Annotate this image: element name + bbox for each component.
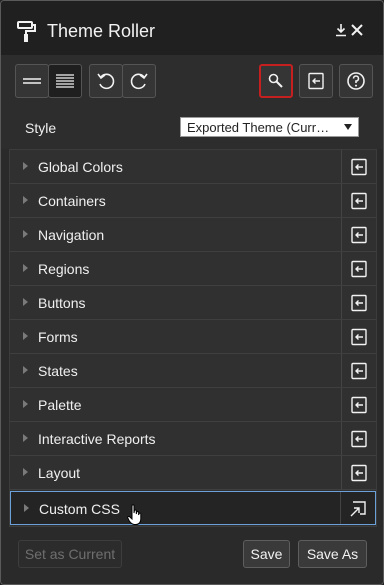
footer: Set as Current Save Save As [1,527,383,584]
reset-group-icon[interactable] [348,258,370,280]
divider [341,388,342,421]
group-navigation[interactable]: Navigation [10,218,376,252]
divider [341,456,342,489]
set-as-current-button[interactable]: Set as Current [18,540,122,568]
reset-button[interactable] [299,64,333,98]
reset-group-icon[interactable] [348,292,370,314]
reset-group-icon[interactable] [348,326,370,348]
expand-arrow-icon [23,298,28,306]
reset-group-icon[interactable] [348,190,370,212]
dense-lines-icon [56,74,74,88]
theme-roller-dialog: Theme Roller Style Exported Theme (Curr…… [0,0,384,585]
group-custom-css[interactable]: Custom CSS [10,491,376,525]
group-containers[interactable]: Containers [10,184,376,218]
group-label: Interactive Reports [38,431,156,447]
expand-arrow-icon [23,162,28,170]
group-global-colors[interactable]: Global Colors [10,150,376,184]
download-icon[interactable] [333,22,349,38]
group-label: Regions [38,261,90,277]
expand-editor-icon[interactable] [347,498,369,520]
divider [340,492,341,524]
reset-group-icon[interactable] [348,156,370,178]
expand-arrow-icon [23,434,28,442]
divider [341,422,342,455]
reset-group-icon[interactable] [348,224,370,246]
save-as-button[interactable]: Save As [298,540,367,568]
style-select[interactable]: Exported Theme (Curr… [180,117,359,137]
divider [341,252,342,285]
divider [341,184,342,217]
expand-arrow-icon [23,468,28,476]
help-icon [347,72,365,90]
divider [341,354,342,387]
expand-arrow-icon [23,264,28,272]
title-bar[interactable]: Theme Roller [1,1,383,55]
divider [341,150,342,183]
help-button[interactable] [339,64,373,98]
detailed-view-button[interactable] [48,64,82,98]
reset-group-icon[interactable] [348,428,370,450]
group-palette[interactable]: Palette [10,388,376,422]
group-label: Buttons [38,295,86,311]
style-label: Style [25,120,57,136]
save-button[interactable]: Save [243,540,290,568]
search-icon [268,73,283,88]
redo-icon [130,73,148,90]
expand-arrow-icon [23,400,28,408]
divider [341,218,342,251]
chevron-down-icon [344,124,352,130]
search-button[interactable] [259,64,293,98]
group-label: Forms [38,329,78,345]
undo-icon [97,73,115,90]
expand-arrow-icon [23,196,28,204]
reset-icon [308,72,324,90]
toolbar [1,55,383,107]
group-label: Custom CSS [39,501,120,517]
undo-button[interactable] [89,64,123,98]
lines-icon [23,78,41,84]
expand-arrow-icon [23,332,28,340]
group-forms[interactable]: Forms [10,320,376,354]
group-states[interactable]: States [10,354,376,388]
reset-group-icon[interactable] [348,394,370,416]
close-icon[interactable] [349,22,365,38]
group-interactive-reports[interactable]: Interactive Reports [10,422,376,456]
redo-button[interactable] [122,64,156,98]
divider [341,320,342,353]
hand-cursor-icon [127,504,142,525]
expand-arrow-icon [23,230,28,238]
expand-arrow-icon [24,504,29,512]
style-select-value: Exported Theme (Curr… [187,120,330,135]
expand-arrow-icon [23,366,28,374]
group-buttons[interactable]: Buttons [10,286,376,320]
dialog-title: Theme Roller [47,21,156,41]
group-label: Palette [38,397,82,413]
group-layout[interactable]: Layout [10,456,376,490]
group-label: Containers [38,193,106,209]
group-regions[interactable]: Regions [10,252,376,286]
group-label: Navigation [38,227,105,243]
group-label: Global Colors [38,159,123,175]
paint-roller-icon [17,21,36,42]
group-label: Layout [38,465,81,481]
reset-group-icon[interactable] [348,462,370,484]
group-label: States [38,363,78,379]
simple-view-button[interactable] [15,64,49,98]
divider [341,286,342,319]
group-list: Global Colors Containers Navigation Regi… [9,149,377,527]
reset-group-icon[interactable] [348,360,370,382]
